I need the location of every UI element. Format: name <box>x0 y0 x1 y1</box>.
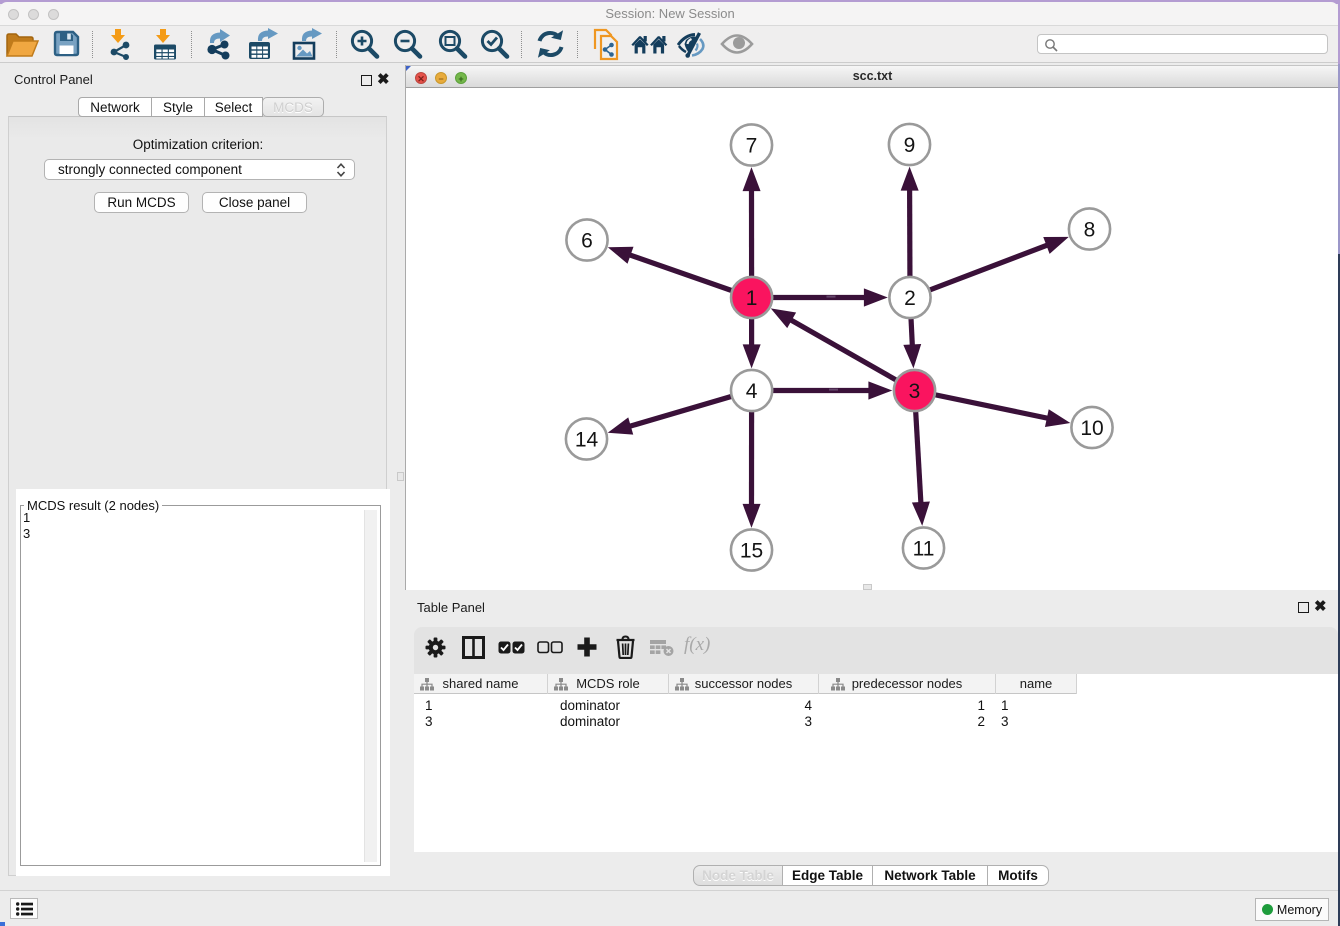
svg-text:15: 15 <box>740 540 763 563</box>
svg-text:2: 2 <box>904 287 916 310</box>
svg-text:14: 14 <box>575 429 599 452</box>
svg-text:7: 7 <box>746 135 758 158</box>
svg-text:8: 8 <box>1084 219 1096 242</box>
svg-text:9: 9 <box>904 134 916 157</box>
svg-text:6: 6 <box>581 230 593 253</box>
svg-text:1: 1 <box>746 287 758 310</box>
svg-text:3: 3 <box>909 380 921 403</box>
svg-text:11: 11 <box>913 538 935 561</box>
svg-text:4: 4 <box>746 380 758 403</box>
svg-text:10: 10 <box>1080 417 1103 440</box>
